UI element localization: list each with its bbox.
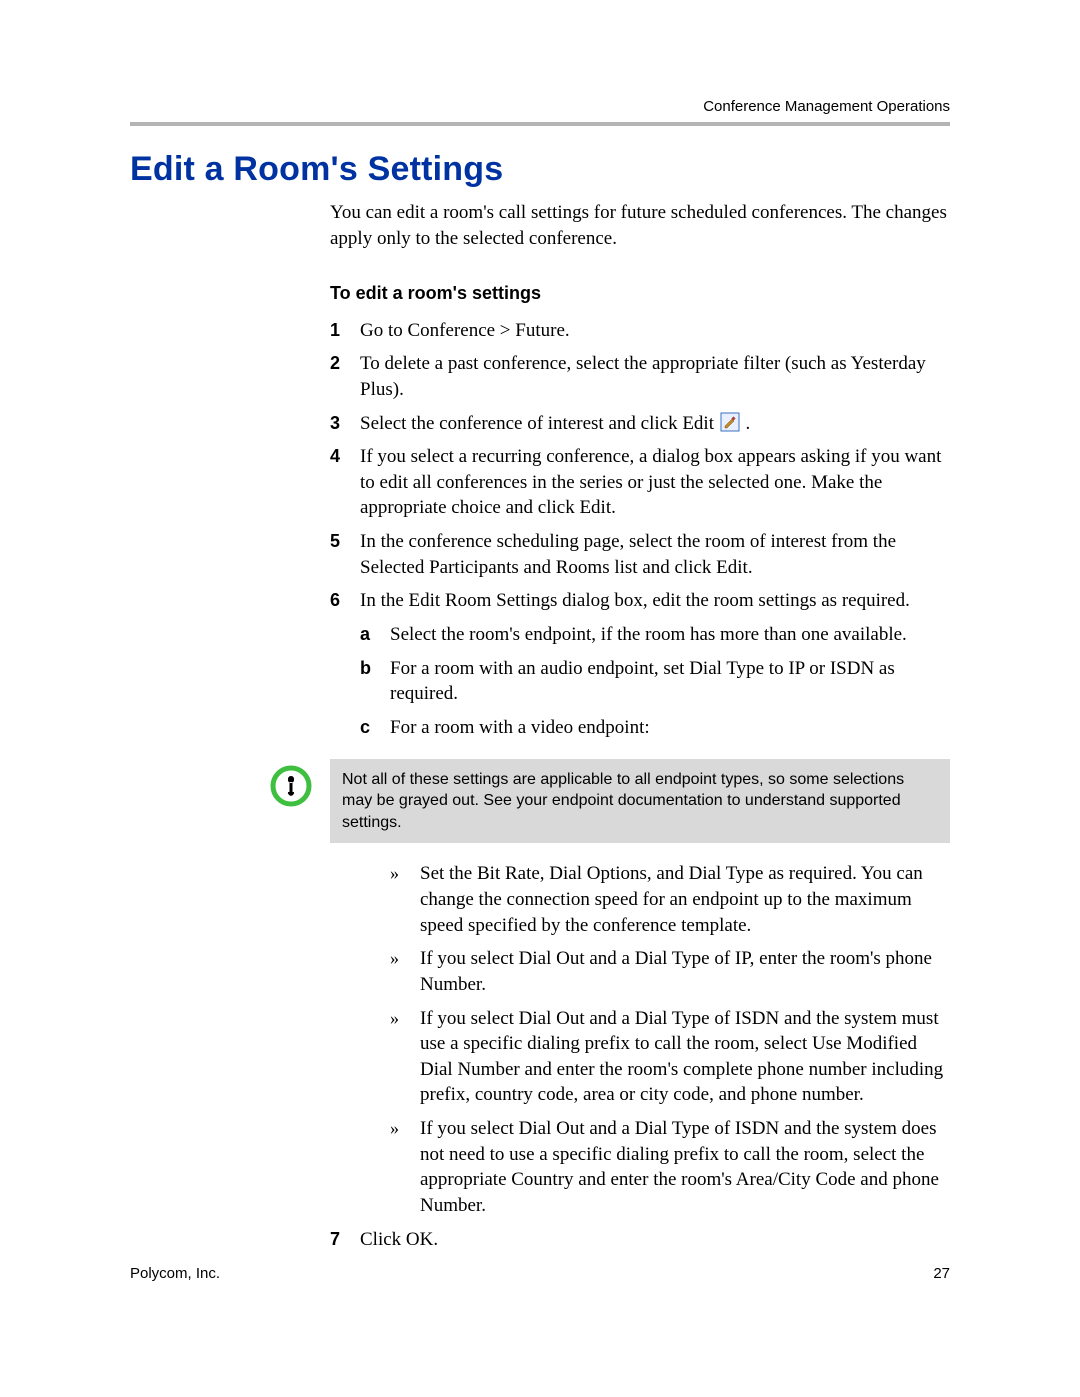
bullet-body: If you select Dial Out and a Dial Type o… <box>420 1006 950 1109</box>
step-body: If you select a recurring conference, a … <box>360 444 950 521</box>
step-body: Click OK. <box>360 1227 950 1253</box>
step-5: 5 In the conference scheduling page, sel… <box>330 529 950 580</box>
step-body: In the conference scheduling page, selec… <box>360 529 950 580</box>
step-2: 2 To delete a past conference, select th… <box>330 351 950 402</box>
step-7: 7 Click OK. <box>330 1227 950 1253</box>
step-3: 3 Select the conference of interest and … <box>330 411 950 437</box>
substep-body: For a room with an audio endpoint, set D… <box>390 656 950 707</box>
substep-marker: c <box>360 715 390 741</box>
substep-body: Select the room's endpoint, if the room … <box>390 622 950 648</box>
substep-marker: a <box>360 622 390 648</box>
step-body: Go to Conference > Future. <box>360 318 950 344</box>
header-rule <box>130 122 950 126</box>
step-marker: 6 <box>330 588 360 614</box>
step-marker: 1 <box>330 318 360 344</box>
step-marker: 2 <box>330 351 360 402</box>
step-body: Select the conference of interest and cl… <box>360 411 950 437</box>
step-1: 1 Go to Conference > Future. <box>330 318 950 344</box>
note-text: Not all of these settings are applicable… <box>330 759 950 844</box>
step-marker: 4 <box>330 444 360 521</box>
page: Conference Management Operations Edit a … <box>0 0 1080 1397</box>
edit-icon <box>720 412 740 432</box>
running-head: Conference Management Operations <box>703 98 950 115</box>
step-marker: 3 <box>330 411 360 437</box>
substep-b: b For a room with an audio endpoint, set… <box>360 656 950 707</box>
note-icon <box>270 765 312 807</box>
page-title: Edit a Room's Settings <box>130 150 503 189</box>
bullet-mark: » <box>390 1006 420 1109</box>
step-body: To delete a past conference, select the … <box>360 351 950 402</box>
bullet-mark: » <box>390 1116 420 1219</box>
substep-a: a Select the room's endpoint, if the roo… <box>360 622 950 648</box>
step-marker: 7 <box>330 1227 360 1253</box>
substep-body: For a room with a video endpoint: <box>390 715 950 741</box>
step-6: 6 In the Edit Room Settings dialog box, … <box>330 588 950 614</box>
note: Not all of these settings are applicable… <box>270 759 950 844</box>
footer-left: Polycom, Inc. <box>130 1265 220 1282</box>
video-bullet-3: » If you select Dial Out and a Dial Type… <box>390 1006 950 1109</box>
step-marker: 5 <box>330 529 360 580</box>
step3-after: . <box>745 413 750 434</box>
substep-marker: b <box>360 656 390 707</box>
intro-paragraph: You can edit a room's call settings for … <box>330 200 950 251</box>
content-area: You can edit a room's call settings for … <box>330 200 950 1260</box>
video-bullet-2: » If you select Dial Out and a Dial Type… <box>390 946 950 997</box>
step-body: In the Edit Room Settings dialog box, ed… <box>360 588 950 614</box>
step-4: 4 If you select a recurring conference, … <box>330 444 950 521</box>
bullet-body: Set the Bit Rate, Dial Options, and Dial… <box>420 861 950 938</box>
video-bullet-1: » Set the Bit Rate, Dial Options, and Di… <box>390 861 950 938</box>
video-bullet-4: » If you select Dial Out and a Dial Type… <box>390 1116 950 1219</box>
bullet-body: If you select Dial Out and a Dial Type o… <box>420 946 950 997</box>
step3-before: Select the conference of interest and cl… <box>360 413 719 434</box>
bullet-mark: » <box>390 946 420 997</box>
page-number: 27 <box>933 1265 950 1282</box>
bullet-mark: » <box>390 861 420 938</box>
procedure-heading: To edit a room's settings <box>330 281 950 305</box>
substep-c: c For a room with a video endpoint: <box>360 715 950 741</box>
bullet-body: If you select Dial Out and a Dial Type o… <box>420 1116 950 1219</box>
